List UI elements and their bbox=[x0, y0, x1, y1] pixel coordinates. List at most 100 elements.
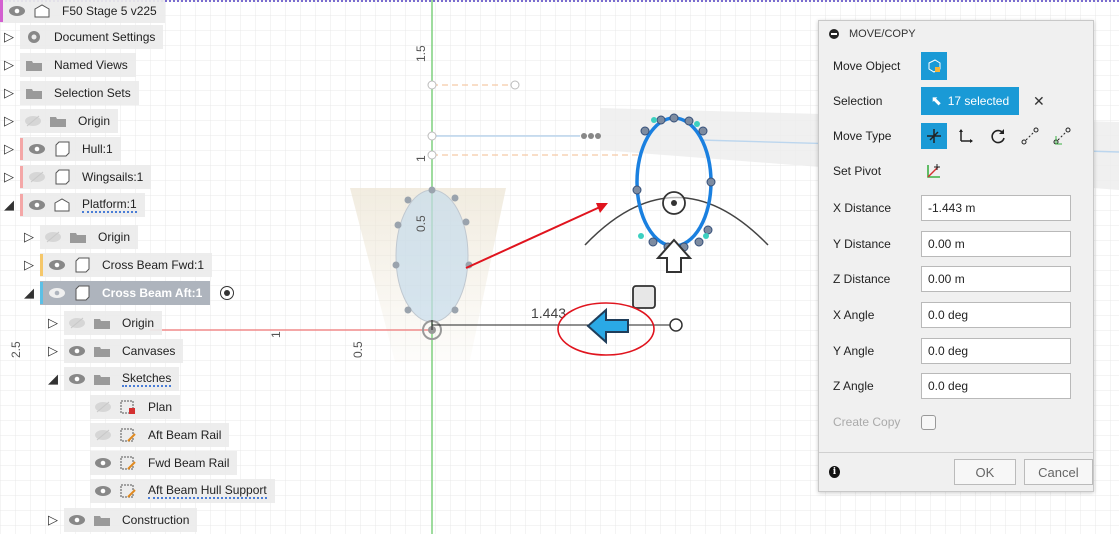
tree-item-named-views[interactable]: ▷ Named Views bbox=[2, 52, 136, 78]
selection-row: Selection ⬉ 17 selected ✕ bbox=[819, 84, 1093, 118]
eye-hidden-icon[interactable] bbox=[28, 171, 46, 183]
collapse-icon[interactable]: ◢ bbox=[46, 371, 60, 387]
ruler-label: 1.5 bbox=[414, 45, 428, 62]
expand-icon[interactable]: ▷ bbox=[2, 113, 16, 129]
tree-label: Named Views bbox=[54, 58, 128, 72]
z-distance-input[interactable]: 0.00 m bbox=[921, 266, 1071, 292]
z-angle-input[interactable]: 0.0 deg bbox=[921, 373, 1071, 399]
x-distance-input[interactable]: -1.443 m bbox=[921, 195, 1071, 221]
folder-icon bbox=[92, 343, 112, 359]
tree-item-document-settings[interactable]: ▷ Document Settings bbox=[2, 24, 164, 50]
eye-hidden-icon[interactable] bbox=[94, 401, 112, 413]
z-angle-row: Z Angle 0.0 deg bbox=[819, 369, 1093, 403]
field-label: Set Pivot bbox=[833, 164, 882, 178]
tree-item-hull[interactable]: ▷ Hull:1 bbox=[2, 136, 121, 162]
assembly-icon bbox=[32, 3, 52, 19]
eye-hidden-icon[interactable] bbox=[24, 115, 42, 127]
eye-icon[interactable] bbox=[48, 259, 66, 271]
tree-item-aft-origin[interactable]: ▷ Origin bbox=[46, 310, 163, 336]
tree-label: Cross Beam Fwd:1 bbox=[102, 258, 205, 272]
ok-button[interactable]: OK bbox=[953, 459, 1016, 485]
eye-hidden-icon[interactable] bbox=[68, 317, 86, 329]
expand-icon[interactable]: ▷ bbox=[2, 85, 16, 101]
eye-hidden-icon[interactable] bbox=[94, 429, 112, 441]
field-label: X Angle bbox=[833, 308, 875, 322]
expand-icon[interactable]: ▷ bbox=[2, 29, 16, 45]
expand-icon[interactable]: ▷ bbox=[2, 169, 16, 185]
eye-icon[interactable] bbox=[8, 5, 26, 17]
field-label: Y Angle bbox=[833, 344, 875, 358]
field-label: X Distance bbox=[833, 201, 892, 215]
collapse-icon[interactable]: ◢ bbox=[2, 197, 16, 213]
z-distance-row: Z Distance 0.00 m bbox=[819, 262, 1093, 296]
point-to-position-icon[interactable] bbox=[1049, 123, 1075, 149]
tree-item-platform-origin[interactable]: ▷ Origin bbox=[22, 224, 139, 250]
tree-label: Canvases bbox=[122, 344, 176, 358]
tree-item-sketches[interactable]: ◢ Sketches bbox=[46, 366, 180, 392]
eye-icon[interactable] bbox=[68, 345, 86, 357]
tree-item-construction[interactable]: ▷ Construction bbox=[46, 507, 198, 533]
y-angle-input[interactable]: 0.0 deg bbox=[921, 338, 1071, 364]
tree-item-canvases[interactable]: ▷ Canvases bbox=[46, 338, 184, 364]
translate-icon[interactable] bbox=[953, 123, 979, 149]
tree-label: Origin bbox=[122, 316, 155, 330]
tree-item-fwd-beam-rail[interactable]: ▷ Fwd Beam Rail bbox=[72, 450, 238, 476]
tree-item-origin[interactable]: ▷ Origin bbox=[2, 108, 119, 134]
tree-item-cross-beam-fwd[interactable]: ▷ Cross Beam Fwd:1 bbox=[22, 252, 213, 278]
create-copy-checkbox[interactable] bbox=[921, 414, 936, 430]
ruler-label: 0.5 bbox=[351, 341, 365, 358]
collapse-icon[interactable] bbox=[829, 29, 839, 39]
sketch-locked-icon bbox=[118, 399, 138, 415]
expand-icon[interactable]: ▷ bbox=[46, 343, 60, 359]
expand-icon[interactable]: ▷ bbox=[46, 315, 60, 331]
field-label: Create Copy bbox=[833, 415, 901, 429]
component-icon bbox=[52, 141, 72, 157]
expand-icon[interactable]: ▷ bbox=[46, 512, 60, 528]
y-distance-input[interactable]: 0.00 m bbox=[921, 231, 1071, 257]
pivot-icon[interactable] bbox=[921, 158, 947, 184]
tree-item-root[interactable]: F50 Stage 5 v225 bbox=[0, 0, 165, 24]
expand-icon[interactable]: ▷ bbox=[2, 57, 16, 73]
eye-icon[interactable] bbox=[48, 287, 66, 299]
selection-button[interactable]: ⬉ 17 selected bbox=[921, 87, 1019, 115]
tree-item-selection-sets[interactable]: ▷ Selection Sets bbox=[2, 80, 139, 106]
tree-label: Wingsails:1 bbox=[82, 170, 144, 184]
eye-icon[interactable] bbox=[94, 457, 112, 469]
tree-item-aft-beam-hull-support[interactable]: ▷ Aft Beam Hull Support bbox=[72, 478, 275, 504]
eye-icon[interactable] bbox=[28, 199, 46, 211]
expand-icon[interactable]: ▷ bbox=[22, 229, 36, 245]
clear-selection-icon[interactable]: ✕ bbox=[1033, 93, 1045, 110]
field-label: Selection bbox=[833, 94, 883, 108]
collapse-icon[interactable]: ◢ bbox=[22, 285, 36, 301]
tree-item-plan[interactable]: ▷ Plan bbox=[72, 394, 181, 420]
tree-item-platform[interactable]: ◢ Platform:1 bbox=[2, 192, 145, 218]
x-angle-input[interactable]: 0.0 deg bbox=[921, 302, 1071, 328]
dialog-title: MOVE/COPY bbox=[849, 28, 916, 40]
dialog-header[interactable]: MOVE/COPY bbox=[819, 21, 1093, 47]
eye-icon[interactable] bbox=[68, 514, 86, 526]
bodies-icon bbox=[928, 59, 941, 73]
tree-label: Document Settings bbox=[54, 30, 156, 44]
tree-item-aft-beam-rail[interactable]: ▷ Aft Beam Rail bbox=[72, 422, 230, 448]
free-move-icon[interactable] bbox=[921, 123, 947, 149]
expand-icon[interactable]: ▷ bbox=[2, 141, 16, 157]
tree-item-cross-beam-aft[interactable]: ◢ Cross Beam Aft:1 bbox=[22, 280, 235, 306]
activate-radio-icon[interactable] bbox=[220, 286, 235, 300]
eye-icon[interactable] bbox=[28, 143, 46, 155]
info-icon[interactable]: i bbox=[829, 466, 840, 478]
cancel-button[interactable]: Cancel bbox=[1023, 459, 1093, 485]
eye-icon[interactable] bbox=[68, 373, 86, 385]
move-object-row: Move Object bbox=[819, 49, 1093, 83]
expand-icon[interactable]: ▷ bbox=[22, 257, 36, 273]
folder-icon bbox=[48, 113, 68, 129]
eye-icon[interactable] bbox=[94, 485, 112, 497]
point-to-point-icon[interactable] bbox=[1017, 123, 1043, 149]
tree-label: Sketches bbox=[122, 371, 172, 387]
move-object-button[interactable] bbox=[921, 52, 947, 80]
rotate-icon[interactable] bbox=[985, 123, 1011, 149]
folder-icon bbox=[92, 315, 112, 331]
eye-hidden-icon[interactable] bbox=[44, 231, 62, 243]
tree-label: Platform:1 bbox=[82, 197, 137, 213]
color-bar bbox=[40, 254, 43, 276]
tree-item-wingsails[interactable]: ▷ Wingsails:1 bbox=[2, 164, 152, 190]
